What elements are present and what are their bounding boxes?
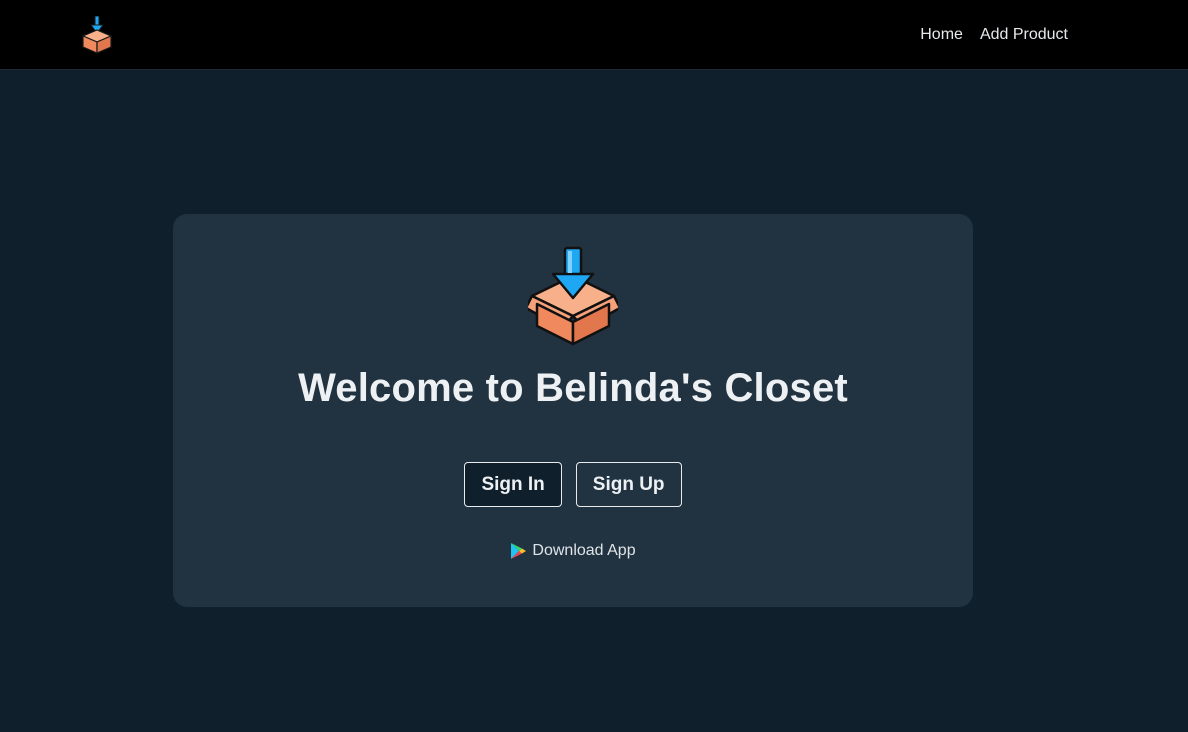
- nav-link-home[interactable]: Home: [920, 26, 963, 44]
- welcome-card: Welcome to Belinda's Closet Sign In Sign…: [173, 214, 973, 607]
- main-nav: Home Add Product: [920, 0, 1068, 70]
- sign-up-button[interactable]: Sign Up: [575, 462, 682, 507]
- nav-link-add-product[interactable]: Add Product: [980, 26, 1068, 44]
- page-title: Welcome to Belinda's Closet: [298, 366, 848, 410]
- sign-in-button[interactable]: Sign In: [464, 462, 562, 507]
- download-app-label: Download App: [532, 542, 636, 559]
- auth-buttons: Sign In Sign Up: [173, 462, 973, 507]
- top-navbar: Home Add Product: [0, 0, 1188, 70]
- download-app-link[interactable]: Download App: [173, 542, 973, 560]
- box-download-icon[interactable]: [80, 15, 114, 54]
- google-play-icon: [510, 543, 527, 559]
- box-download-icon: [524, 246, 622, 346]
